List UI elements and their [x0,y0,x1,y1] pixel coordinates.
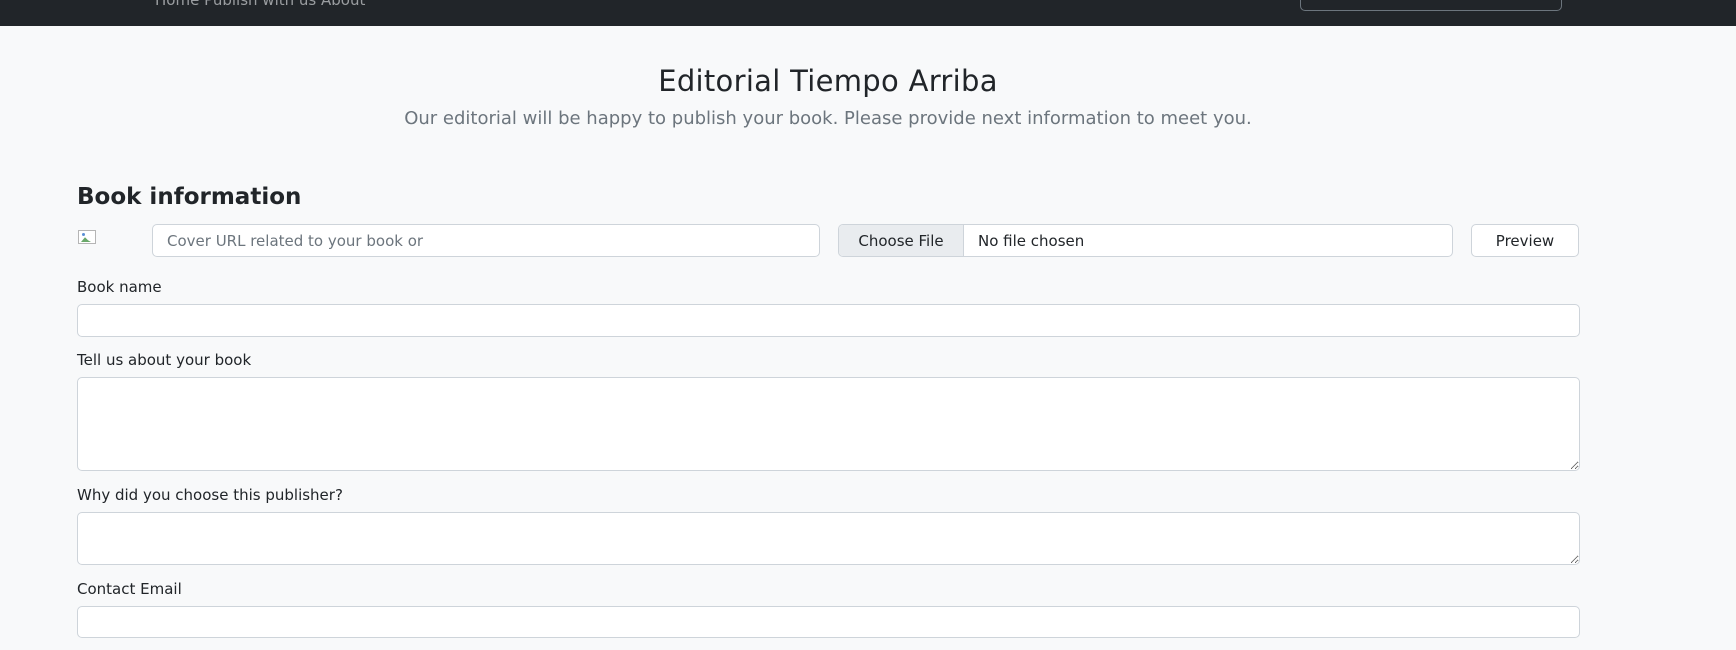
contact-email-label: Contact Email [77,580,182,598]
about-book-textarea[interactable] [77,377,1580,471]
contact-email-input[interactable] [77,606,1580,638]
page-title: Editorial Tiempo Arriba [658,64,998,98]
cover-file-input[interactable]: Choose File No file chosen [838,224,1453,257]
top-navbar: Home Publish with us About [0,0,1736,26]
cover-url-input[interactable] [152,224,820,257]
why-publisher-textarea[interactable] [77,512,1580,565]
file-status-text: No file chosen [978,231,1085,250]
about-book-label: Tell us about your book [77,351,252,369]
why-publisher-label: Why did you choose this publisher? [77,486,343,504]
cover-preview-image-icon [78,230,96,244]
book-information-heading: Book information [77,184,302,210]
navbar-links-fragment[interactable]: Home Publish with us About [155,0,365,9]
page-subtitle: Our editorial will be happy to publish y… [404,108,1252,129]
book-name-input[interactable] [77,304,1580,337]
navbar-search-input[interactable] [1300,0,1562,11]
book-name-label: Book name [77,278,162,296]
choose-file-button[interactable]: Choose File [839,225,964,256]
preview-button[interactable]: Preview [1471,224,1579,257]
